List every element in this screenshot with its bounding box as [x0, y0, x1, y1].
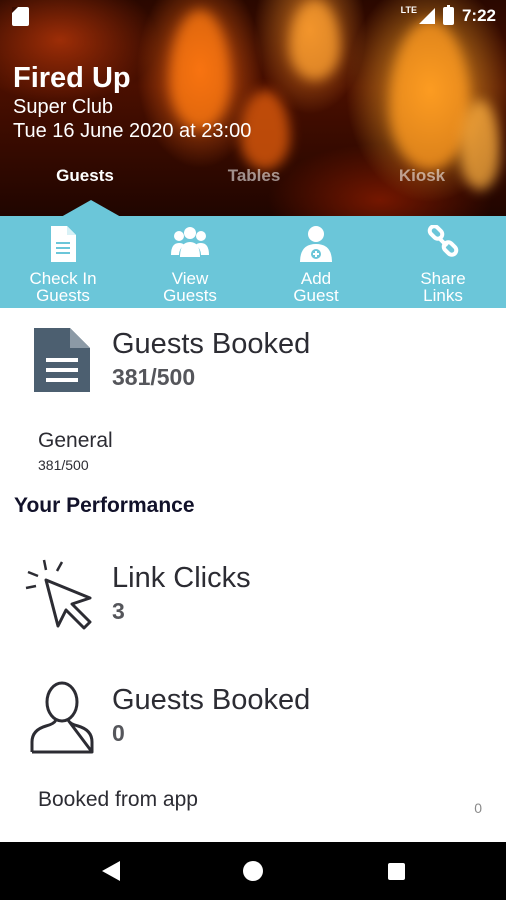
event-title: Fired Up: [13, 62, 131, 94]
tab-bar: Guests Tables Kiosk: [0, 166, 506, 196]
guests-overview: Guests Booked 381/500 General 381/500 Yo…: [0, 308, 506, 842]
home-icon[interactable]: [243, 861, 263, 881]
document-icon: [34, 328, 90, 392]
tab-tables[interactable]: Tables: [184, 166, 324, 186]
view-guests-label: View Guests: [163, 269, 217, 305]
add-user-icon: [300, 226, 332, 262]
tab-guests[interactable]: Guests: [15, 166, 155, 186]
ticket-type-value: 381/500: [38, 457, 89, 473]
user-outline-icon: [30, 681, 94, 754]
document-icon: [51, 226, 76, 262]
recents-icon[interactable]: [388, 863, 405, 880]
share-links-button[interactable]: Share Links: [380, 216, 506, 308]
action-bar: Check In Guests View Guests Add Guest Sh…: [0, 216, 506, 308]
guests-booked-value: 381/500: [112, 364, 196, 390]
active-tab-indicator: [61, 200, 121, 217]
sd-card-icon: [12, 7, 29, 26]
performance-heading: Your Performance: [14, 494, 195, 517]
tab-kiosk[interactable]: Kiosk: [352, 166, 492, 186]
status-bar: LTE 7:22: [0, 0, 506, 32]
status-time: 7:22: [461, 6, 496, 25]
cursor-click-icon: [25, 559, 92, 630]
add-guest-button[interactable]: Add Guest: [253, 216, 379, 308]
battery-icon: [442, 5, 454, 25]
back-icon[interactable]: [102, 861, 120, 881]
network-type: LTE: [400, 5, 417, 15]
event-header: LTE 7:22 Fired Up Super Club Tue 16 June…: [0, 0, 506, 217]
check-in-guests-label: Check In Guests: [29, 269, 97, 305]
event-venue: Super Club: [13, 96, 114, 118]
event-date: Tue 16 June 2020 at 23:00: [13, 120, 252, 142]
link-clicks-value: 3: [112, 598, 125, 624]
check-in-guests-button[interactable]: Check In Guests: [0, 216, 126, 308]
ticket-type-label: General: [38, 429, 113, 452]
performance-guests-booked-value: 0: [112, 720, 125, 746]
share-links-label: Share Links: [420, 269, 466, 305]
performance-guests-booked-title: Guests Booked: [112, 684, 311, 716]
system-nav-bar: [0, 842, 506, 900]
flame-decoration: [390, 20, 470, 170]
signal-icon: [418, 8, 435, 24]
booked-from-app-label: Booked from app: [38, 788, 198, 811]
link-icon: [427, 225, 459, 257]
link-clicks-title: Link Clicks: [112, 562, 251, 594]
add-guest-label: Add Guest: [293, 269, 339, 305]
group-icon: [171, 227, 209, 257]
view-guests-button[interactable]: View Guests: [127, 216, 253, 308]
booked-from-app-value: 0: [474, 800, 482, 816]
guests-booked-title: Guests Booked: [112, 328, 311, 360]
status-icons: LTE 7:22: [401, 5, 496, 27]
